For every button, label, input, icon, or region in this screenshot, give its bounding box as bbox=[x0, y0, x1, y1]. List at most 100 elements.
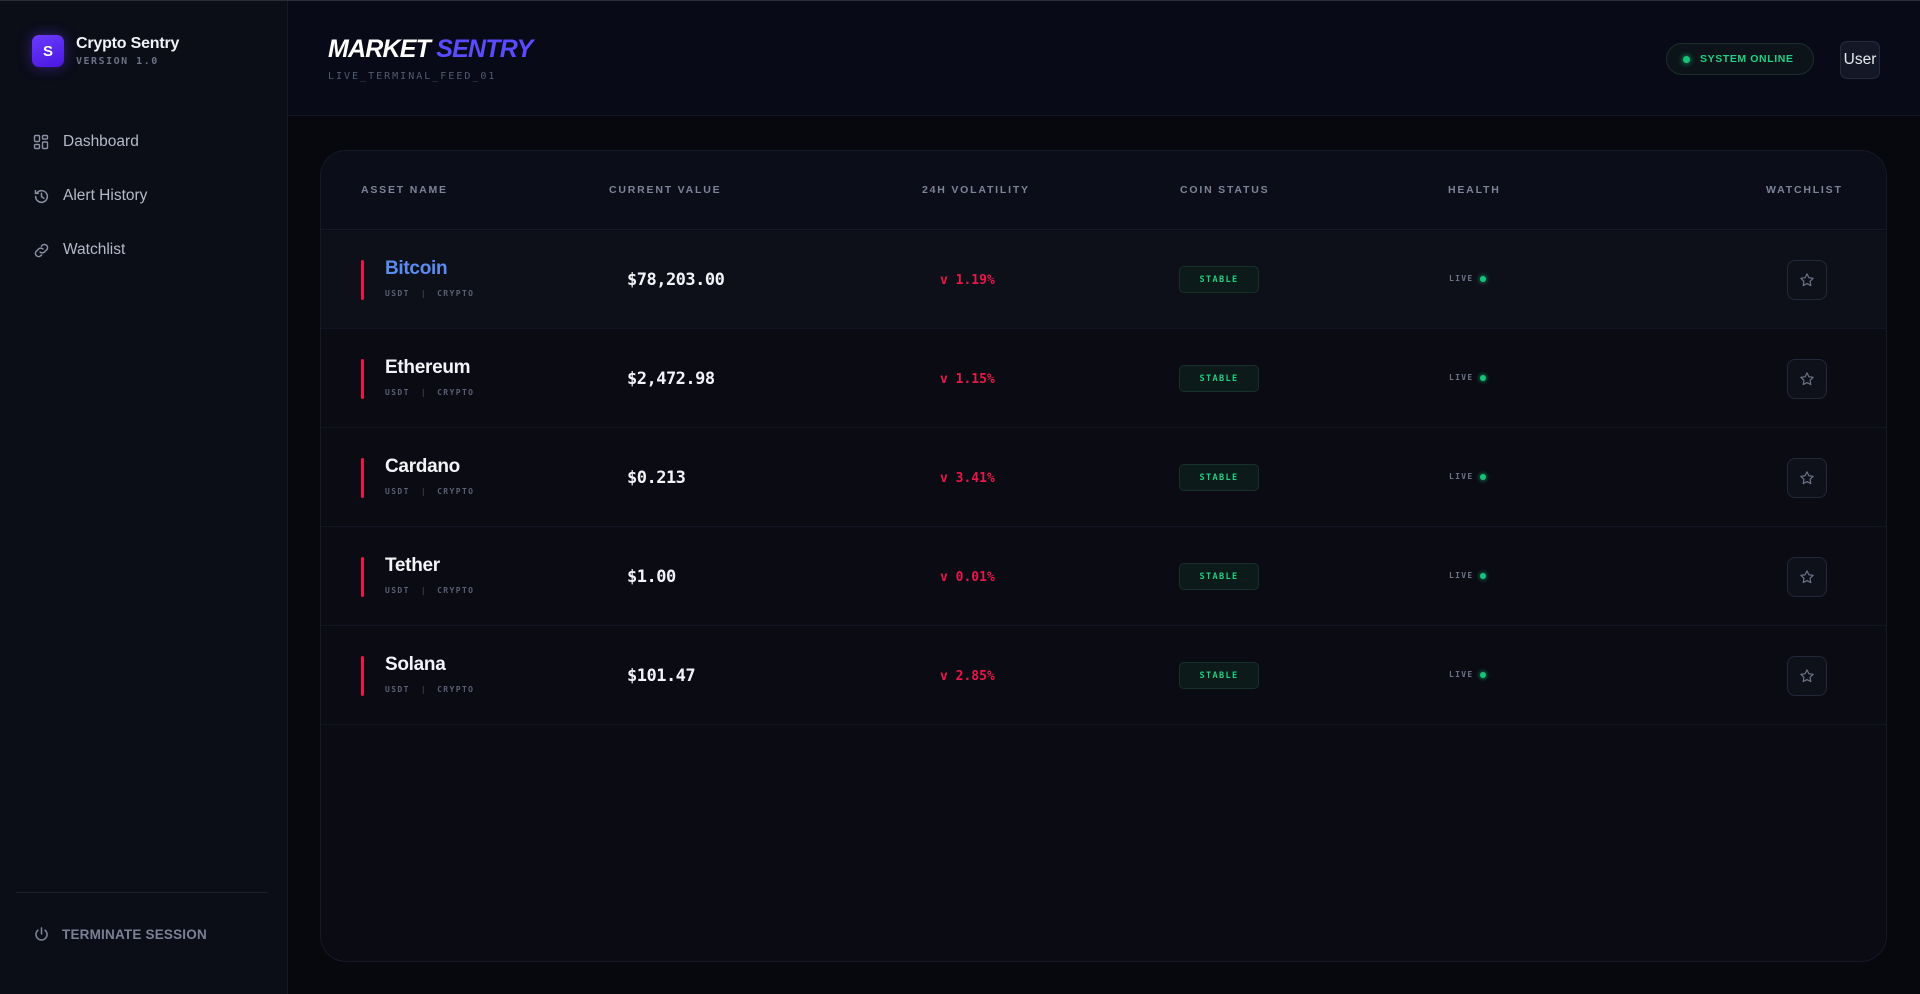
table-header: ASSET NAME CURRENT VALUE 24H VOLATILITY … bbox=[321, 151, 1886, 230]
row-indicator-bar bbox=[361, 260, 364, 300]
asset-name[interactable]: Cardano bbox=[385, 456, 460, 478]
coin-status-badge: STABLE bbox=[1179, 266, 1259, 293]
watchlist-star-button[interactable] bbox=[1787, 458, 1827, 498]
column-header-asset: ASSET NAME bbox=[361, 184, 448, 196]
health-indicator: LIVE bbox=[1449, 472, 1487, 481]
sidebar-item-label: Alert History bbox=[63, 187, 148, 204]
sidebar-item-watchlist[interactable]: Watchlist bbox=[32, 238, 147, 262]
page-header: MARKET SENTRY LIVE_TERMINAL_FEED_01 SYST… bbox=[288, 1, 1920, 116]
asset-volatility: v 1.15% bbox=[940, 372, 995, 387]
coin-status-badge: STABLE bbox=[1179, 464, 1259, 491]
brand: S Crypto Sentry VERSION 1.0 bbox=[32, 35, 179, 67]
asset-volatility: v 2.85% bbox=[940, 669, 995, 684]
star-icon bbox=[1800, 570, 1814, 584]
asset-type: CRYPTO bbox=[437, 487, 475, 496]
page-title: MARKET SENTRY bbox=[328, 35, 533, 64]
title-part-1: MARKET bbox=[328, 35, 431, 63]
brand-name: Crypto Sentry bbox=[76, 35, 180, 52]
sidebar: S Crypto Sentry VERSION 1.0 Dashboard Al… bbox=[0, 1, 288, 994]
asset-meta: USDT | CRYPTO bbox=[385, 388, 474, 397]
page-subtitle: LIVE_TERMINAL_FEED_01 bbox=[328, 71, 497, 82]
column-header-health: HEALTH bbox=[1448, 184, 1501, 196]
health-label: LIVE bbox=[1449, 670, 1474, 679]
asset-pair: USDT bbox=[385, 685, 410, 694]
column-header-volatility: 24H VOLATILITY bbox=[922, 184, 1030, 196]
health-indicator: LIVE bbox=[1449, 373, 1487, 382]
watchlist-star-button[interactable] bbox=[1787, 656, 1827, 696]
system-status-badge: SYSTEM ONLINE bbox=[1666, 43, 1814, 75]
table-row[interactable]: Cardano USDT | CRYPTO $0.213 v 3.41% STA… bbox=[321, 429, 1886, 527]
system-status-text: SYSTEM ONLINE bbox=[1700, 53, 1794, 65]
terminate-session-button[interactable]: TERMINATE SESSION bbox=[32, 925, 207, 943]
coin-status-badge: STABLE bbox=[1179, 662, 1259, 689]
sidebar-item-label: Dashboard bbox=[63, 133, 139, 150]
power-icon bbox=[32, 925, 50, 943]
sidebar-item-label: Watchlist bbox=[63, 241, 126, 258]
table-row[interactable]: Tether USDT | CRYPTO $1.00 v 0.01% STABL… bbox=[321, 528, 1886, 626]
asset-pair: USDT bbox=[385, 388, 410, 397]
health-dot-icon bbox=[1480, 275, 1487, 282]
asset-meta: USDT | CRYPTO bbox=[385, 685, 474, 694]
asset-price: $78,203.00 bbox=[627, 270, 725, 290]
asset-price: $101.47 bbox=[627, 666, 696, 686]
health-indicator: LIVE bbox=[1449, 274, 1487, 283]
row-indicator-bar bbox=[361, 359, 364, 399]
coin-status-badge: STABLE bbox=[1179, 563, 1259, 590]
health-indicator: LIVE bbox=[1449, 571, 1487, 580]
asset-volatility: v 3.41% bbox=[940, 471, 995, 486]
asset-meta-separator: | bbox=[420, 685, 428, 694]
coin-status-badge: STABLE bbox=[1179, 365, 1259, 392]
asset-name[interactable]: Bitcoin bbox=[385, 258, 448, 280]
star-icon bbox=[1800, 372, 1814, 386]
asset-name[interactable]: Tether bbox=[385, 555, 440, 577]
status-dot-icon bbox=[1683, 55, 1690, 63]
table-row[interactable]: Bitcoin USDT | CRYPTO $78,203.00 v 1.19%… bbox=[321, 231, 1886, 329]
watchlist-star-button[interactable] bbox=[1787, 260, 1827, 300]
asset-pair: USDT bbox=[385, 586, 410, 595]
asset-pair: USDT bbox=[385, 487, 410, 496]
asset-volatility: v 0.01% bbox=[940, 570, 995, 585]
asset-meta-separator: | bbox=[420, 289, 428, 298]
watchlist-star-button[interactable] bbox=[1787, 557, 1827, 597]
health-label: LIVE bbox=[1449, 373, 1474, 382]
user-button[interactable]: User bbox=[1840, 41, 1880, 79]
asset-name[interactable]: Solana bbox=[385, 654, 446, 676]
asset-price: $1.00 bbox=[627, 567, 676, 587]
table-row[interactable]: Solana USDT | CRYPTO $101.47 v 2.85% STA… bbox=[321, 627, 1886, 725]
grid-icon bbox=[32, 133, 50, 151]
asset-type: CRYPTO bbox=[437, 289, 475, 298]
asset-type: CRYPTO bbox=[437, 685, 475, 694]
health-label: LIVE bbox=[1449, 274, 1474, 283]
asset-type: CRYPTO bbox=[437, 388, 475, 397]
asset-meta-separator: | bbox=[420, 388, 428, 397]
row-indicator-bar bbox=[361, 557, 364, 597]
asset-price: $0.213 bbox=[627, 468, 686, 488]
terminate-session-label: TERMINATE SESSION bbox=[62, 926, 207, 942]
asset-pair: USDT bbox=[385, 289, 410, 298]
asset-meta: USDT | CRYPTO bbox=[385, 289, 474, 298]
column-header-watchlist: WATCHLIST bbox=[1766, 184, 1843, 196]
asset-volatility: v 1.19% bbox=[940, 273, 995, 288]
star-icon bbox=[1800, 471, 1814, 485]
watchlist-star-button[interactable] bbox=[1787, 359, 1827, 399]
health-label: LIVE bbox=[1449, 571, 1474, 580]
column-header-value: CURRENT VALUE bbox=[609, 184, 722, 196]
health-dot-icon bbox=[1480, 374, 1487, 381]
link-icon bbox=[32, 241, 50, 259]
brand-logo-icon: S bbox=[32, 35, 64, 67]
history-icon bbox=[32, 187, 50, 205]
sidebar-item-alert-history[interactable]: Alert History bbox=[32, 184, 147, 208]
sidebar-item-dashboard[interactable]: Dashboard bbox=[32, 130, 147, 154]
star-icon bbox=[1800, 669, 1814, 683]
row-indicator-bar bbox=[361, 458, 364, 498]
asset-name[interactable]: Ethereum bbox=[385, 357, 471, 379]
column-header-status: COIN STATUS bbox=[1180, 184, 1270, 196]
title-part-2: SENTRY bbox=[436, 35, 533, 63]
health-indicator: LIVE bbox=[1449, 670, 1487, 679]
star-icon bbox=[1800, 273, 1814, 287]
brand-version: VERSION 1.0 bbox=[76, 56, 159, 67]
sidebar-nav: Dashboard Alert History Watchlist bbox=[32, 130, 147, 292]
asset-price: $2,472.98 bbox=[627, 369, 715, 389]
row-indicator-bar bbox=[361, 656, 364, 696]
table-row[interactable]: Ethereum USDT | CRYPTO $2,472.98 v 1.15%… bbox=[321, 330, 1886, 428]
